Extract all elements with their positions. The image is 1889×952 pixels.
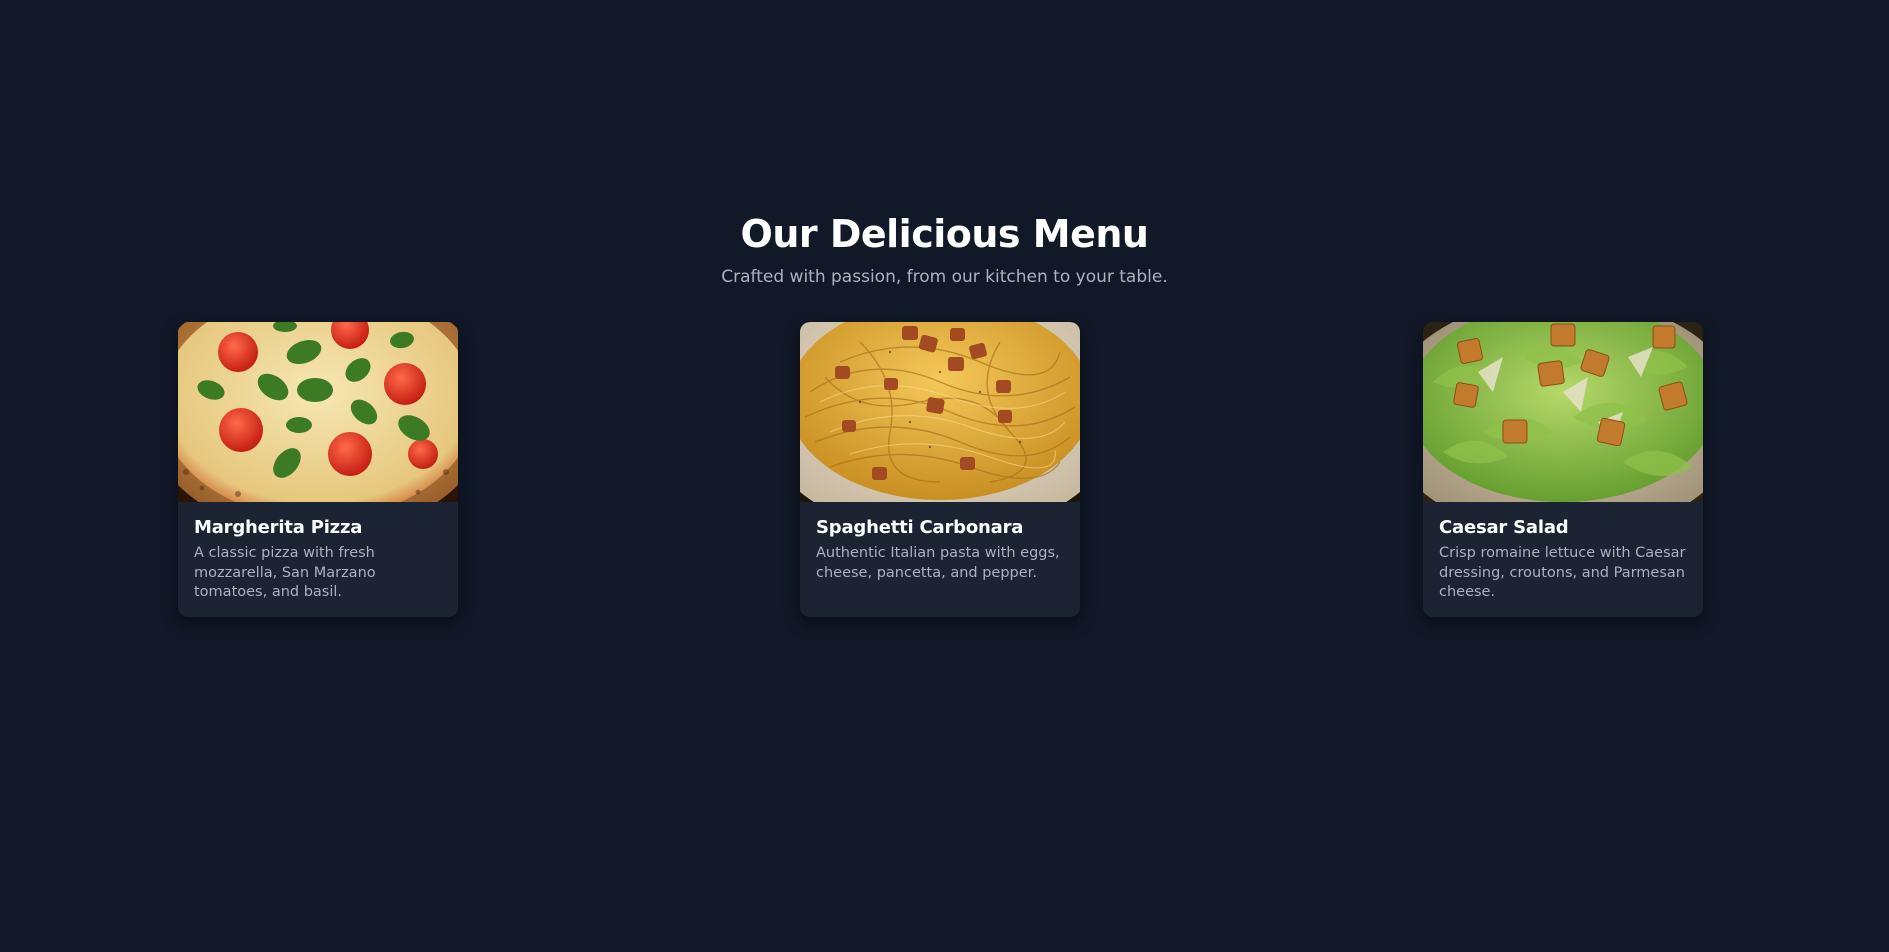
card-body: Caesar Salad Crisp romaine lettuce with … <box>1423 502 1703 603</box>
menu-item-description: Authentic Italian pasta with eggs, chees… <box>816 545 1060 581</box>
menu-page: Our Delicious Menu Crafted with passion,… <box>0 0 1889 952</box>
menu-item-name: Caesar Salad <box>1439 517 1569 538</box>
menu-item-description: Crisp romaine lettuce with Caesar dressi… <box>1439 545 1686 600</box>
menu-card-margherita-pizza[interactable]: Margherita Pizza A classic pizza with fr… <box>178 322 458 617</box>
menu-card-caesar-salad[interactable]: Caesar Salad Crisp romaine lettuce with … <box>1423 322 1703 617</box>
pasta-image <box>800 322 1080 502</box>
menu-card-spaghetti-carbonara[interactable]: Spaghetti Carbonara Authentic Italian pa… <box>800 322 1080 617</box>
menu-item-description: A classic pizza with fresh mozzarella, S… <box>194 545 376 600</box>
menu-item-name: Margherita Pizza <box>194 517 363 538</box>
salad-image <box>1423 322 1703 502</box>
menu-header: Our Delicious Menu Crafted with passion,… <box>0 208 1889 288</box>
menu-item-name: Spaghetti Carbonara <box>816 517 1024 538</box>
card-body: Margherita Pizza A classic pizza with fr… <box>178 502 458 603</box>
page-title: Our Delicious Menu <box>740 212 1149 256</box>
card-body: Spaghetti Carbonara Authentic Italian pa… <box>800 502 1080 583</box>
page-subtitle: Crafted with passion, from our kitchen t… <box>721 267 1168 287</box>
pizza-image <box>178 322 458 502</box>
